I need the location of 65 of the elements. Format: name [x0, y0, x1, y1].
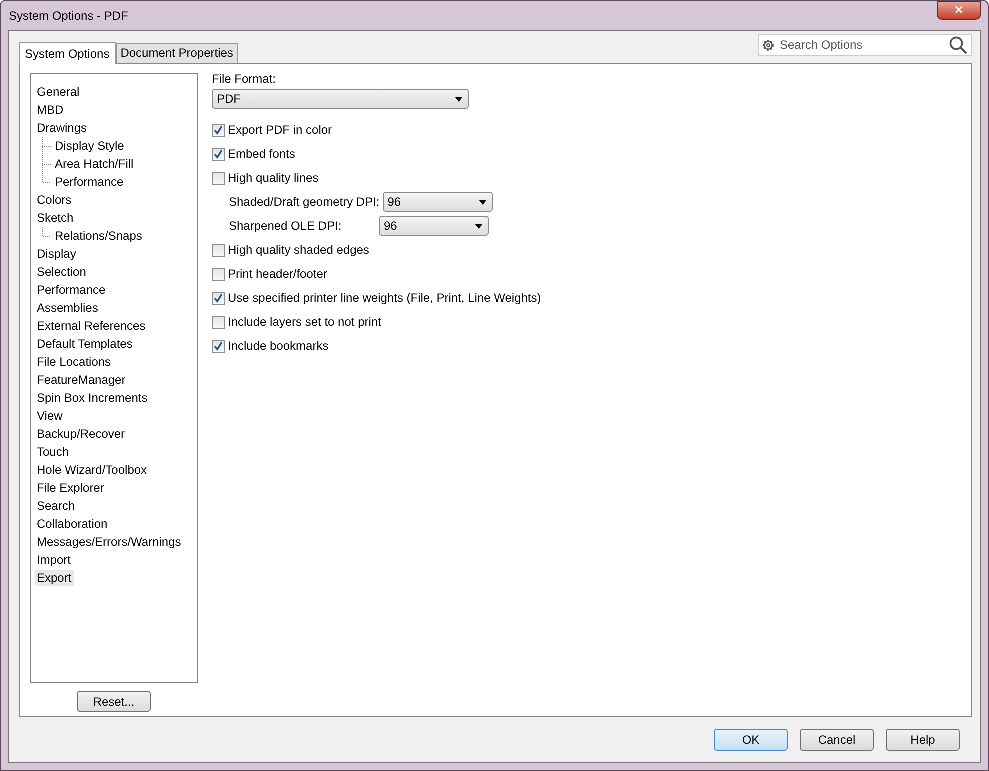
tree-connector-icon: [42, 227, 51, 237]
dpi-dropdown[interactable]: 96: [382, 192, 493, 212]
file-format-dropdown[interactable]: PDF: [212, 89, 469, 109]
checkbox[interactable]: [212, 148, 225, 160]
tree-item[interactable]: Spin Box Increments: [35, 390, 150, 406]
search-field[interactable]: Search Options: [758, 34, 972, 56]
tree-item[interactable]: General: [35, 84, 82, 100]
tree-item[interactable]: Backup/Recover: [35, 426, 128, 442]
tree-item[interactable]: File Locations: [35, 354, 114, 370]
checkbox[interactable]: [212, 292, 225, 304]
tree-item[interactable]: Assemblies: [35, 300, 100, 316]
checkbox-label: High quality shaded edges: [228, 243, 370, 257]
checkbox[interactable]: [212, 316, 225, 328]
tree-item[interactable]: Messages/Errors/Warnings: [35, 534, 184, 550]
tree-item[interactable]: Touch: [35, 444, 72, 460]
tree-item[interactable]: Sketch: [35, 210, 76, 226]
tree-item[interactable]: Selection: [35, 264, 88, 280]
tree-item[interactable]: Performance: [35, 282, 108, 298]
tree-item[interactable]: Collaboration: [35, 516, 110, 532]
reset-button[interactable]: Reset...: [77, 691, 151, 712]
dialog-button[interactable]: OK: [714, 728, 788, 750]
tree-item[interactable]: MBD: [35, 102, 66, 118]
tree-item[interactable]: Display: [35, 246, 78, 262]
search-icon: [949, 36, 968, 55]
tree-item[interactable]: Area Hatch/Fill: [53, 156, 136, 172]
checkbox[interactable]: [212, 268, 225, 280]
tree-item[interactable]: Import: [35, 552, 74, 568]
dropdown-arrow-icon: [455, 96, 463, 102]
tree-item[interactable]: Colors: [35, 192, 74, 208]
tree-item[interactable]: External References: [35, 318, 148, 334]
tree-item[interactable]: File Explorer: [35, 480, 106, 496]
checkbox-label: Include layers set to not print: [228, 315, 382, 329]
dpi-dropdown[interactable]: 96: [379, 216, 489, 236]
checkbox-label: Print header/footer: [228, 267, 328, 281]
dpi-label: Sharpened OLE DPI:: [229, 219, 343, 233]
tree-item[interactable]: Relations/Snaps: [53, 228, 144, 244]
checkbox-label: Export PDF in color: [228, 123, 332, 137]
checkbox-label: Include bookmarks: [228, 339, 329, 353]
file-format-label: File Format:: [212, 72, 278, 86]
window-title: System Options - PDF: [8, 8, 128, 22]
settings-icon: [761, 38, 776, 53]
checkbox-label: Embed fonts: [228, 147, 296, 161]
checkbox-label: Use specified printer line weights (File, Print, Line Weights): [228, 291, 542, 305]
tree-item[interactable]: Export: [35, 570, 74, 586]
checkbox[interactable]: [212, 340, 225, 352]
tree-item[interactable]: Performance: [53, 174, 126, 190]
tree-item[interactable]: FeatureManager: [35, 372, 128, 388]
checkbox-label: High quality lines: [228, 171, 319, 185]
dialog-button[interactable]: Help: [886, 728, 960, 750]
dropdown-arrow-icon: [475, 224, 483, 228]
tab[interactable]: System Options: [19, 42, 116, 64]
checkbox[interactable]: [212, 124, 225, 136]
dialog-button[interactable]: Cancel: [800, 728, 874, 750]
tree-item[interactable]: Default Templates: [35, 336, 135, 352]
tree-connector-icon: [42, 137, 51, 155]
tree-item[interactable]: Search: [35, 498, 78, 514]
dpi-label: Shaded/Draft geometry DPI:: [229, 195, 380, 209]
dropdown-arrow-icon: [478, 200, 487, 204]
tree-item[interactable]: Hole Wizard/Toolbox: [35, 462, 150, 478]
checkbox[interactable]: [212, 172, 225, 184]
tree-item[interactable]: Display Style: [53, 138, 126, 154]
tab[interactable]: Document Properties: [116, 43, 238, 63]
tree-item[interactable]: View: [35, 408, 65, 424]
checkbox[interactable]: [212, 244, 225, 256]
tree-item[interactable]: Drawings: [35, 120, 90, 136]
